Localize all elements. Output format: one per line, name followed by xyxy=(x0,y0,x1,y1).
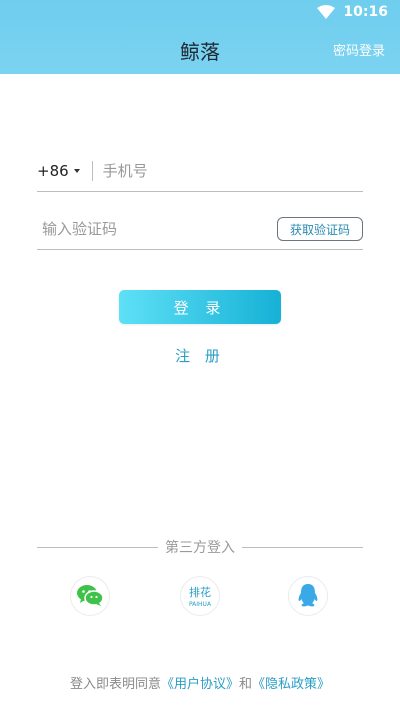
app-header: 10:16 鲸落 密码登录 xyxy=(0,0,400,74)
divider-line-right xyxy=(242,546,363,548)
login-button[interactable]: 登 录 xyxy=(119,290,281,324)
agreement-prefix: 登入即表明同意 xyxy=(69,677,161,692)
country-code-selector[interactable]: +86 xyxy=(37,162,80,180)
paihua-icon-text: 排花 xyxy=(189,585,211,599)
privacy-policy-link[interactable]: 《隐私政策》 xyxy=(252,677,330,692)
get-code-button[interactable]: 获取验证码 xyxy=(276,216,363,241)
social-login-row: 排花 PAIHUA xyxy=(0,576,400,618)
user-agreement-link[interactable]: 《用户协议》 xyxy=(161,677,239,692)
status-bar: 10:16 xyxy=(317,0,400,24)
third-party-divider: 第三方登入 xyxy=(37,537,363,557)
phone-input[interactable] xyxy=(102,161,363,180)
verify-code-row: 获取验证码 xyxy=(37,208,363,250)
register-link[interactable]: 注 册 xyxy=(0,345,400,366)
paihua-icon: 排花 PAIHUA xyxy=(189,585,212,608)
password-login-link[interactable]: 密码登录 xyxy=(333,40,385,59)
wechat-login-button[interactable] xyxy=(70,576,110,616)
country-code-value: +86 xyxy=(37,161,69,180)
vertical-divider xyxy=(91,160,93,181)
status-time: 10:16 xyxy=(343,4,388,20)
wifi-icon xyxy=(317,5,336,19)
qq-login-button[interactable] xyxy=(288,576,328,616)
agreement-and: 和 xyxy=(239,677,253,692)
paihua-login-button[interactable]: 排花 PAIHUA xyxy=(180,576,220,616)
divider-line-left xyxy=(37,546,158,548)
qq-icon xyxy=(298,584,318,607)
agreement-text: 登入即表明同意《用户协议》和《隐私政策》 xyxy=(0,673,400,692)
phone-input-row: +86 xyxy=(37,150,363,192)
paihua-icon-subtext: PAIHUA xyxy=(189,601,212,608)
wechat-icon xyxy=(77,585,104,606)
caret-down-icon xyxy=(73,168,80,173)
verify-code-input[interactable] xyxy=(42,219,277,238)
third-party-label: 第三方登入 xyxy=(165,540,235,556)
